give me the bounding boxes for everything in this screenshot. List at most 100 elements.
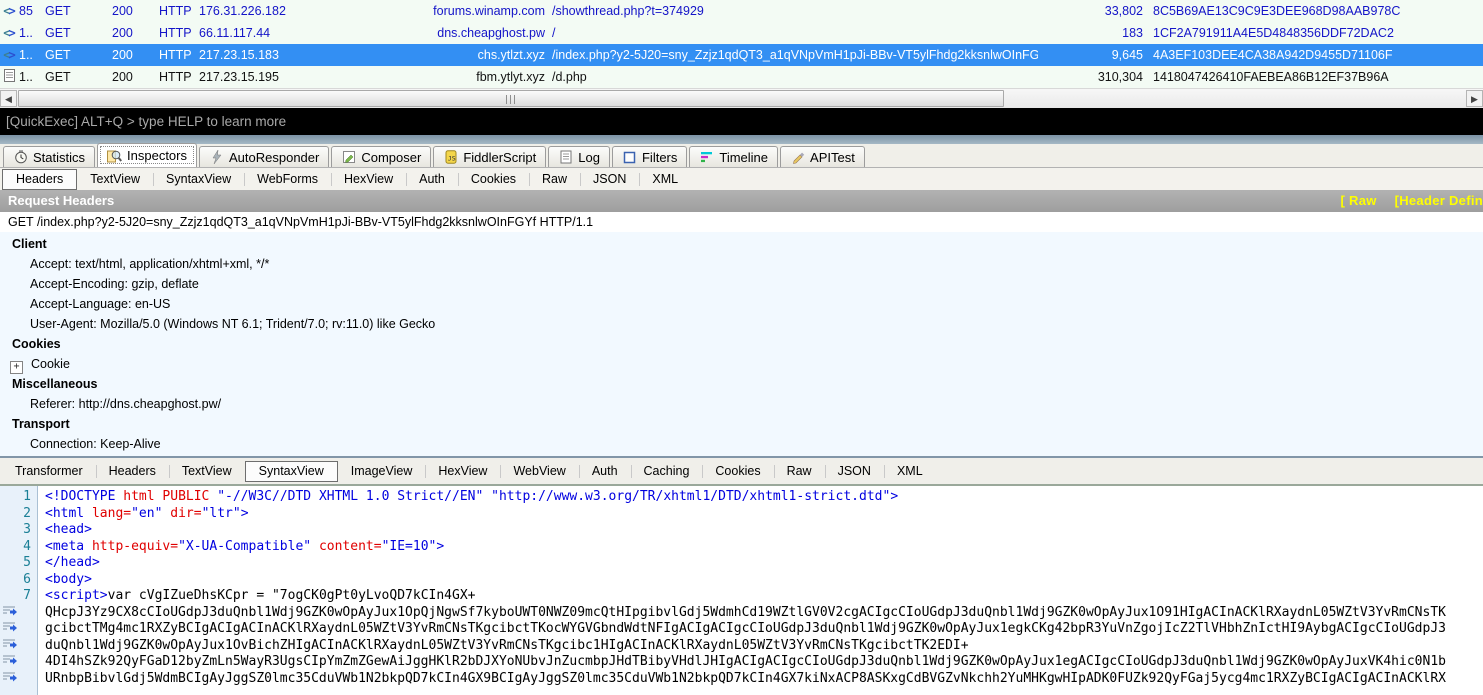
request-tab-raw[interactable]: Raw [529, 170, 580, 189]
scrollbar-thumb[interactable] [18, 90, 1004, 107]
hash-cell: 8C5B69AE13C9C9E3DEE968D98AAB978C [1153, 4, 1483, 18]
quickexec-input[interactable]: [QuickExec] ALT+Q > type HELP to learn m… [0, 108, 1483, 135]
url-cell: / [552, 26, 1038, 40]
header-item[interactable]: Accept-Language: en-US [0, 294, 1483, 314]
request-tab-cookies[interactable]: Cookies [458, 170, 529, 189]
line-number: 7 [0, 588, 37, 605]
tab-apitest[interactable]: APITest [780, 146, 865, 167]
session-row[interactable]: <>85GET200HTTP176.31.226.182forums.winam… [0, 0, 1483, 22]
tab-label: APITest [810, 150, 855, 165]
header-item[interactable]: Accept: text/html, application/xhtml+xml… [0, 254, 1483, 274]
header-item[interactable]: Connection: Keep-Alive [0, 434, 1483, 454]
response-tab-textview[interactable]: TextView [169, 462, 245, 481]
tab-log[interactable]: Log [548, 146, 610, 167]
session-number: 85 [19, 4, 45, 18]
code-token: <html [45, 506, 92, 521]
session-list: <>85GET200HTTP176.31.226.182forums.winam… [0, 0, 1483, 88]
header-section-transport[interactable]: Transport [0, 414, 1483, 434]
tab-composer[interactable]: Composer [331, 146, 431, 167]
request-tab-hexview[interactable]: HexView [331, 170, 406, 189]
tab-label: FiddlerScript [463, 150, 536, 165]
header-item[interactable]: Referer: http://dns.cheapghost.pw/ [0, 394, 1483, 414]
header-section-miscellaneous[interactable]: Miscellaneous [0, 374, 1483, 394]
tab-statistics[interactable]: Statistics [3, 146, 95, 167]
result-cell: 200 [112, 4, 159, 18]
code-line: 7<script>var cVgIZueDhsKCpr = "7ogCK0gPt… [0, 588, 1483, 605]
request-tab-headers[interactable]: Headers [2, 169, 77, 190]
document-icon [0, 69, 19, 85]
clock-icon [13, 150, 28, 164]
header-section-cookies[interactable]: Cookies [0, 334, 1483, 354]
session-number: 1.. [19, 70, 45, 84]
header-section-client[interactable]: Client [0, 234, 1483, 254]
response-tab-raw[interactable]: Raw [774, 462, 825, 481]
hash-cell: 1418047426410FAEBEA86B12EF37B96A [1153, 70, 1483, 84]
response-tab-webview[interactable]: WebView [500, 462, 578, 481]
session-row[interactable]: <>1..GET200HTTP66.11.117.44dns.cheapghos… [0, 22, 1483, 44]
response-tab-cookies[interactable]: Cookies [702, 462, 773, 481]
tab-timeline[interactable]: Timeline [689, 146, 778, 167]
response-tab-transformer[interactable]: Transformer [2, 462, 96, 481]
tab-filters[interactable]: Filters [612, 146, 687, 167]
code-line: 5</head> [0, 555, 1483, 572]
header-definitions-link[interactable]: [Header Defin [1395, 193, 1483, 208]
code-token: <script> [45, 588, 108, 603]
request-tab-xml[interactable]: XML [639, 170, 691, 189]
code-token: URnbpBibvlGdj5WdmBCIgAyJggSZ0lmc35CduVWb… [45, 671, 1446, 686]
expand-plus-icon[interactable]: + [10, 361, 23, 374]
response-inspector-tabs: TransformerHeadersTextViewSyntaxViewImag… [0, 456, 1483, 486]
request-tab-json[interactable]: JSON [580, 170, 639, 189]
response-tab-xml[interactable]: XML [884, 462, 936, 481]
scroll-left-button[interactable]: ◀ [0, 90, 17, 107]
tab-inspectors[interactable]: Inspectors [97, 143, 197, 167]
code-token: "IE=10" [382, 539, 437, 554]
header-item-label: Cookie [31, 357, 70, 371]
session-row[interactable]: <>1..GET200HTTP217.23.15.183chs.ytlzt.xy… [0, 44, 1483, 66]
line-number: 2 [0, 506, 37, 523]
code-line: 1<!DOCTYPE html PUBLIC "-//W3C//DTD XHTM… [0, 489, 1483, 506]
main-tab-bar: StatisticsInspectorsAutoResponderCompose… [0, 144, 1483, 168]
svg-text:JS: JS [448, 155, 456, 163]
request-line[interactable]: GET /index.php?y2-5J20=sny_Zzjz1qdQT3_a1… [0, 212, 1483, 232]
response-tab-json[interactable]: JSON [825, 462, 884, 481]
request-tab-textview[interactable]: TextView [77, 170, 153, 189]
request-tab-syntaxview[interactable]: SyntaxView [153, 170, 244, 189]
pane-splitter[interactable] [0, 135, 1483, 144]
code-token: > [241, 506, 249, 521]
server-ip-cell: 217.23.15.183 [199, 48, 355, 62]
code-token: html PUBLIC [123, 489, 217, 504]
raw-link[interactable]: [ Raw [1340, 193, 1376, 208]
body-size-cell: 33,802 [1038, 4, 1153, 18]
header-item[interactable]: User-Agent: Mozilla/5.0 (Windows NT 6.1;… [0, 314, 1483, 334]
header-item-cookie[interactable]: + Cookie [0, 354, 1483, 374]
session-hscrollbar[interactable]: ◀ ▶ [0, 88, 1483, 108]
response-tab-auth[interactable]: Auth [579, 462, 631, 481]
response-tab-imageview[interactable]: ImageView [338, 462, 426, 481]
script-icon: JS [443, 150, 458, 164]
request-tab-webforms[interactable]: WebForms [244, 170, 331, 189]
url-cell: /index.php?y2-5J20=sny_Zzjz1qdQT3_a1qVNp… [552, 48, 1038, 62]
host-cell: forums.winamp.com [355, 4, 552, 18]
syntaxview-editor[interactable]: 1<!DOCTYPE html PUBLIC "-//W3C//DTD XHTM… [0, 486, 1483, 695]
response-tab-syntaxview[interactable]: SyntaxView [245, 461, 338, 482]
method-cell: GET [45, 4, 112, 18]
code-token: content= [319, 539, 382, 554]
session-row[interactable]: 1..GET200HTTP217.23.15.195fbm.ytlyt.xyz/… [0, 66, 1483, 88]
tab-label: Timeline [719, 150, 768, 165]
code-wrapped-line: gcibctTMg4mc1RXZyBCIgACIgACInACKlRXaydnL… [0, 621, 1483, 638]
tab-autoresponder[interactable]: AutoResponder [199, 146, 329, 167]
scroll-right-button[interactable]: ▶ [1466, 90, 1483, 107]
result-cell: 200 [112, 48, 159, 62]
request-tab-auth[interactable]: Auth [406, 170, 458, 189]
lightning-icon [209, 150, 224, 164]
header-item[interactable]: Accept-Encoding: gzip, deflate [0, 274, 1483, 294]
host-cell: fbm.ytlyt.xyz [355, 70, 552, 84]
request-inspector-tabs: HeadersTextViewSyntaxViewWebFormsHexView… [0, 168, 1483, 190]
response-tab-hexview[interactable]: HexView [425, 462, 500, 481]
response-tab-caching[interactable]: Caching [631, 462, 703, 481]
code-token: dir= [170, 506, 201, 521]
hash-cell: 4A3EF103DEE4CA38A942D9455D71106F [1153, 48, 1483, 62]
response-tab-headers[interactable]: Headers [96, 462, 169, 481]
tab-fiddlerscript[interactable]: JS FiddlerScript [433, 146, 546, 167]
tab-label: Filters [642, 150, 677, 165]
